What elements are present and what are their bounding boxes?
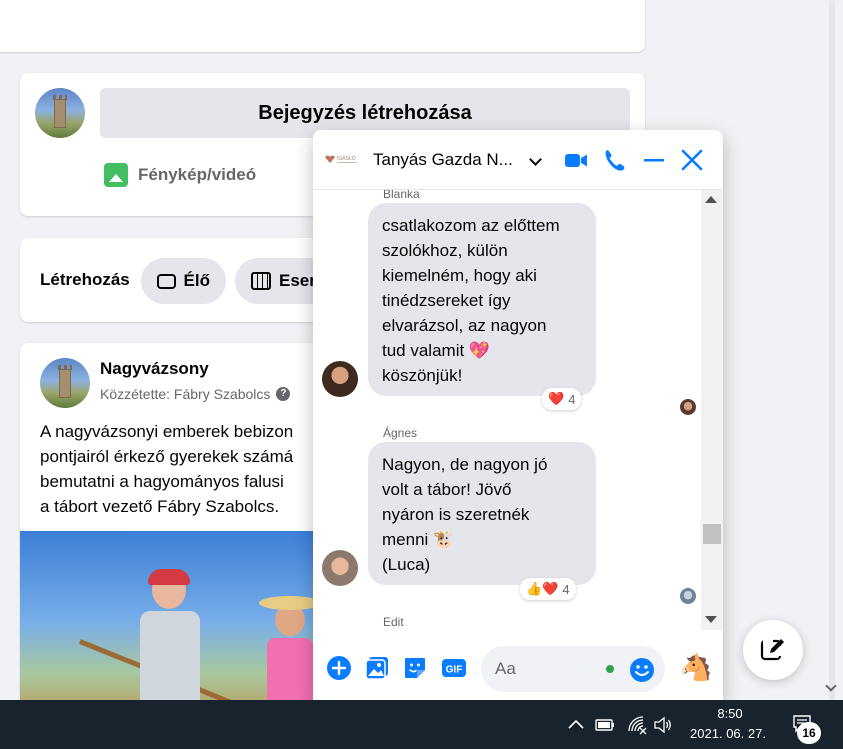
live-label: Élő xyxy=(183,271,210,290)
message-reactions[interactable]: ❤️ 4 xyxy=(542,388,582,410)
phone-call-icon[interactable] xyxy=(602,147,628,173)
battery-icon[interactable] xyxy=(595,715,615,735)
avatar[interactable] xyxy=(322,361,358,397)
post-text-line: bemutatni a hagyományos falusi xyxy=(40,472,284,491)
message-line: szolókhoz, külön xyxy=(382,241,508,260)
message-sender: Ágnes xyxy=(383,426,418,440)
status-dot xyxy=(606,665,614,673)
svg-text:GIF: GIF xyxy=(446,665,463,676)
like-heart-reaction-icon: 👍❤️ xyxy=(526,581,559,596)
post-page-name[interactable]: Nagyvázsony xyxy=(100,359,209,379)
sticker-icon[interactable] xyxy=(402,655,428,681)
reaction-count: 4 xyxy=(562,581,570,597)
emoji-icon[interactable] xyxy=(629,657,655,683)
wifi-icon[interactable] xyxy=(627,715,647,735)
message-line: volt a tábor! Jövő xyxy=(382,480,512,499)
scroll-down-icon[interactable] xyxy=(705,616,717,623)
heart-reaction-icon: ❤️ xyxy=(548,391,565,406)
message-line: csatlakozom az előttem xyxy=(382,216,560,235)
post-meta: Közzétette: Fábry Szabolcs ? xyxy=(100,386,291,402)
taskbar: 8:50 2021. 06. 27. 16 xyxy=(0,700,843,749)
message-line: nyáron is szeretnék xyxy=(382,505,530,524)
notification-count: 16 xyxy=(797,722,821,744)
compose-icon xyxy=(760,638,784,661)
chat-window: IGÁSLÓ Tanyás Gazda N... Blanka csatlako… xyxy=(313,130,723,700)
message-line: menni 🐮 xyxy=(382,530,455,549)
post-text: A nagyvázsonyi emberek bebizon pontjairó… xyxy=(40,419,330,519)
page-scrollbar[interactable] xyxy=(822,0,843,700)
video-call-icon[interactable] xyxy=(563,147,589,173)
reaction-count: 4 xyxy=(568,391,576,407)
post-text-line: A nagyvázsonyi emberek bebizon xyxy=(40,422,294,441)
live-button[interactable]: Élő xyxy=(141,258,226,304)
photo-video-label: Fénykép/videó xyxy=(138,165,257,184)
chat-title[interactable]: Tanyás Gazda N... xyxy=(373,150,513,170)
calendar-icon xyxy=(251,272,271,290)
privacy-icon[interactable]: ? xyxy=(276,387,291,401)
post-text-line: pontjairól érkező gyerekek számá xyxy=(40,447,294,466)
seen-avatar xyxy=(680,588,696,604)
close-icon[interactable] xyxy=(679,147,705,173)
message-line: tud valamit 💖 xyxy=(382,341,491,360)
svg-text:IGÁSLÓ: IGÁSLÓ xyxy=(337,155,356,162)
message-bubble[interactable]: csatlakozom az előttem szolókhoz, külön … xyxy=(368,203,596,396)
message-line: kiemelném, hogy aki xyxy=(382,266,537,285)
scroll-up-icon[interactable] xyxy=(705,196,717,203)
message-line: köszönjük! xyxy=(382,366,463,385)
post-text-line: a tábort vezető Fábry Szabolcs. xyxy=(40,497,280,516)
plus-icon[interactable] xyxy=(326,655,352,681)
clock-time[interactable]: 8:50 xyxy=(700,705,760,723)
message-reactions[interactable]: 👍❤️ 4 xyxy=(520,578,576,600)
message-line: (Luca) xyxy=(382,555,431,574)
photo-icon xyxy=(104,163,128,187)
chevron-down-icon[interactable] xyxy=(529,153,542,166)
create-label: Létrehozás xyxy=(40,270,130,289)
scroll-thumb[interactable] xyxy=(703,524,721,544)
clock-date[interactable]: 2021. 06. 27. xyxy=(683,725,773,743)
message-line: tinédzsereket így xyxy=(382,291,511,310)
chat-composer: GIF 🐴 xyxy=(313,635,723,700)
chevron-up-icon[interactable] xyxy=(566,715,586,735)
page-avatar[interactable] xyxy=(35,88,85,138)
quick-reaction-button[interactable]: 🐴 xyxy=(680,651,712,683)
previous-card xyxy=(0,0,645,52)
chat-scrollbar[interactable] xyxy=(701,190,723,630)
video-camera-icon xyxy=(157,273,176,289)
message-bubble[interactable]: Nagyon, de nagyon jó volt a tábor! Jövő … xyxy=(368,442,596,585)
new-message-button[interactable] xyxy=(743,620,803,680)
message-line: Nagyon, de nagyon jó xyxy=(382,455,548,474)
chat-messages[interactable]: Blanka csatlakozom az előttem szolókhoz,… xyxy=(313,190,709,630)
speaker-icon[interactable] xyxy=(653,715,673,735)
message-sender: Edit xyxy=(383,615,404,629)
posted-by: Közzétette: Fábry Szabolcs xyxy=(100,386,271,402)
image-icon[interactable] xyxy=(364,655,390,681)
seen-avatar xyxy=(680,399,696,415)
brand-logo-icon: IGÁSLÓ xyxy=(325,155,357,163)
gif-icon[interactable]: GIF xyxy=(441,655,467,681)
photo-video-button[interactable]: Fénykép/videó xyxy=(104,163,256,187)
avatar[interactable] xyxy=(322,550,358,586)
message-line: elvarázsol, az nagyon xyxy=(382,316,547,335)
page-scroll-thumb[interactable] xyxy=(829,0,835,700)
message-sender: Blanka xyxy=(383,190,420,201)
minimize-icon[interactable] xyxy=(641,147,667,173)
post-page-avatar[interactable] xyxy=(40,358,90,408)
chat-header: IGÁSLÓ Tanyás Gazda N... xyxy=(313,130,723,190)
